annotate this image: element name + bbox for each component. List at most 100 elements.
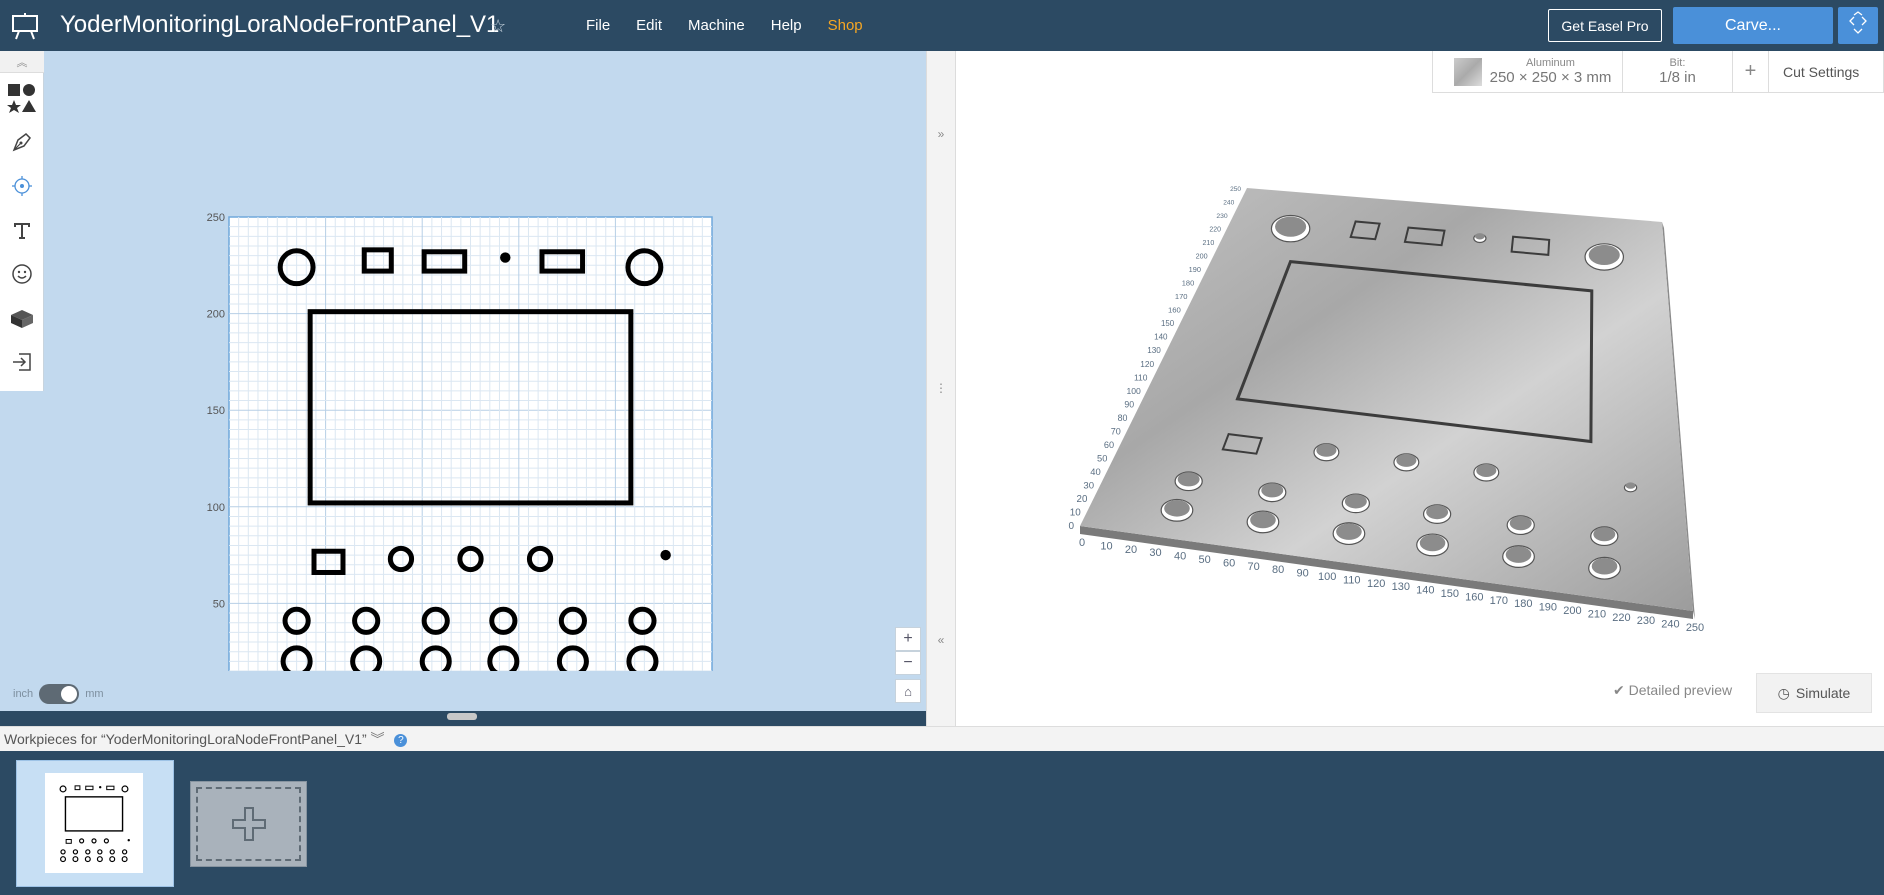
zoom-out-button[interactable]: −	[895, 651, 921, 675]
preview-hole-floor	[1261, 483, 1284, 498]
preview-hole-floor	[1275, 216, 1307, 237]
preview-x-tick: 100	[1318, 571, 1336, 583]
preview-hole-floor	[1474, 233, 1485, 240]
expand-right-icon[interactable]: »	[927, 127, 955, 141]
preview-x-tick: 120	[1367, 578, 1385, 590]
y-tick-label: 200	[207, 309, 225, 321]
preview-y-tick: 120	[1140, 359, 1154, 369]
preview-x-tick: 140	[1416, 585, 1434, 597]
preview-y-tick: 160	[1168, 306, 1181, 315]
preview-x-tick: 160	[1465, 591, 1483, 603]
thumb-rect	[64, 796, 124, 832]
preview-hole-floor	[1316, 443, 1337, 457]
add-bit-button[interactable]: +	[1733, 51, 1769, 92]
unit-toggle[interactable]: inch mm	[13, 684, 104, 704]
thumb-circle	[60, 849, 66, 855]
simulate-label: Simulate	[1795, 685, 1851, 701]
preview-y-tick: 10	[1070, 507, 1081, 518]
y-tick-label: 250	[207, 212, 225, 224]
preview-x-tick: 50	[1198, 554, 1210, 566]
carve-button[interactable]: Carve...	[1673, 7, 1833, 44]
horizontal-scrollbar[interactable]	[447, 713, 477, 720]
bit-selector[interactable]: Bit: 1/8 in	[1623, 51, 1733, 92]
bit-value: 1/8 in	[1659, 69, 1696, 86]
preview-y-tick: 40	[1090, 466, 1100, 477]
thumb-circle	[96, 856, 103, 863]
material-selector[interactable]: Aluminum 250 × 250 × 3 mm	[1433, 51, 1623, 92]
preview-hole-floor	[1177, 472, 1200, 487]
preview-x-tick: 30	[1149, 547, 1161, 559]
easel-logo-icon[interactable]	[10, 12, 40, 40]
preview-hole-floor	[1426, 505, 1449, 520]
preview-hole-floor	[1344, 494, 1367, 509]
material-name: Aluminum	[1526, 57, 1575, 69]
design-canvas-panel[interactable]: ︽ 250 200 150 100 50 inch mm + − ⌂	[0, 51, 926, 720]
bit-label: Bit:	[1669, 57, 1686, 69]
preview-x-tick: 110	[1343, 574, 1361, 586]
preview-y-tick: 60	[1104, 440, 1114, 450]
material-dims: 250 × 250 × 3 mm	[1489, 69, 1612, 86]
thumb-dot	[98, 786, 102, 789]
detailed-preview-toggle[interactable]: ✔ Detailed preview	[1613, 682, 1732, 699]
plus-icon: +	[903, 630, 913, 647]
preview-x-tick: 80	[1272, 564, 1284, 576]
thumb-circle	[59, 785, 67, 793]
preview-y-tick: 150	[1161, 319, 1175, 328]
preview-hole-floor	[1419, 534, 1446, 552]
collapse-left-icon[interactable]: «	[927, 633, 955, 647]
menu-shop[interactable]: Shop	[815, 17, 876, 34]
help-icon[interactable]: ?	[394, 733, 408, 747]
minus-icon: −	[903, 654, 913, 671]
unit-switch[interactable]	[39, 684, 80, 704]
menu-machine[interactable]: Machine	[675, 17, 758, 34]
preview-y-tick: 20	[1077, 494, 1088, 505]
preview-hole-floor	[1593, 527, 1616, 542]
add-workpiece-button[interactable]	[190, 781, 307, 867]
preview-y-tick: 70	[1111, 426, 1121, 436]
preview-hole-floor	[1250, 511, 1276, 529]
menu-file[interactable]: File	[573, 17, 623, 34]
get-easel-pro-button[interactable]: Get Easel Pro	[1548, 9, 1662, 42]
workpiece-thumbnail[interactable]	[16, 760, 174, 887]
zoom-in-button[interactable]: +	[895, 627, 921, 651]
preview-y-tick: 30	[1083, 480, 1094, 491]
menu-help[interactable]: Help	[758, 17, 815, 34]
workpieces-title: Workpieces for “YoderMonitoringLoraNodeF…	[4, 731, 367, 747]
double-chevron-down-icon[interactable]: ︾	[371, 731, 385, 747]
preview-y-tick: 0	[1068, 521, 1074, 532]
preview-y-tick: 230	[1216, 213, 1228, 220]
preview-hole-floor	[1625, 482, 1636, 489]
unit-inch-label: inch	[13, 688, 34, 700]
simulate-button[interactable]: ◷ Simulate	[1756, 673, 1872, 713]
preview-hole-floor	[1591, 557, 1618, 575]
preview-y-tick: 140	[1154, 333, 1168, 342]
panel-divider[interactable]: » ⋮ «	[926, 51, 956, 726]
preview-hole-floor	[1336, 523, 1362, 540]
preview-y-tick: 190	[1189, 265, 1201, 274]
workpiece-preview	[45, 773, 143, 873]
y-tick-label: 50	[213, 598, 225, 610]
menu-edit[interactable]: Edit	[623, 17, 675, 34]
3d-preview[interactable]: 0 10 20 30 40 50 60 70 80 90 100 110 120 130 140 150 160…	[956, 51, 1884, 671]
fullscreen-button[interactable]	[1838, 7, 1878, 44]
design-grid[interactable]: 050100150200250250200150100500	[0, 51, 926, 671]
preview-x-tick: 240	[1661, 619, 1679, 631]
preview-hole-floor	[1396, 453, 1417, 467]
preview-x-tick: 200	[1563, 605, 1581, 617]
star-icon[interactable]: ☆	[490, 16, 506, 37]
thumb-circle	[72, 849, 79, 855]
top-bar: YoderMonitoringLoraNodeFrontPanel_V1 ☆ F…	[0, 0, 1884, 51]
plus-icon	[231, 807, 266, 841]
preview-x-tick: 250	[1686, 622, 1704, 634]
preview-x-tick: 210	[1588, 608, 1606, 620]
home-view-button[interactable]: ⌂	[895, 679, 921, 703]
thumb-rect	[74, 785, 81, 791]
drag-handle-icon[interactable]: ⋮	[927, 381, 955, 395]
thumb-circle	[121, 849, 128, 855]
cut-settings-button[interactable]: Cut Settings	[1769, 51, 1873, 92]
material-swatch	[1453, 57, 1482, 86]
thumb-circle	[79, 838, 85, 844]
workpieces-area	[0, 751, 1884, 895]
y-tick-label: 100	[207, 502, 225, 514]
project-title[interactable]: YoderMonitoringLoraNodeFrontPanel_V1	[60, 11, 499, 39]
